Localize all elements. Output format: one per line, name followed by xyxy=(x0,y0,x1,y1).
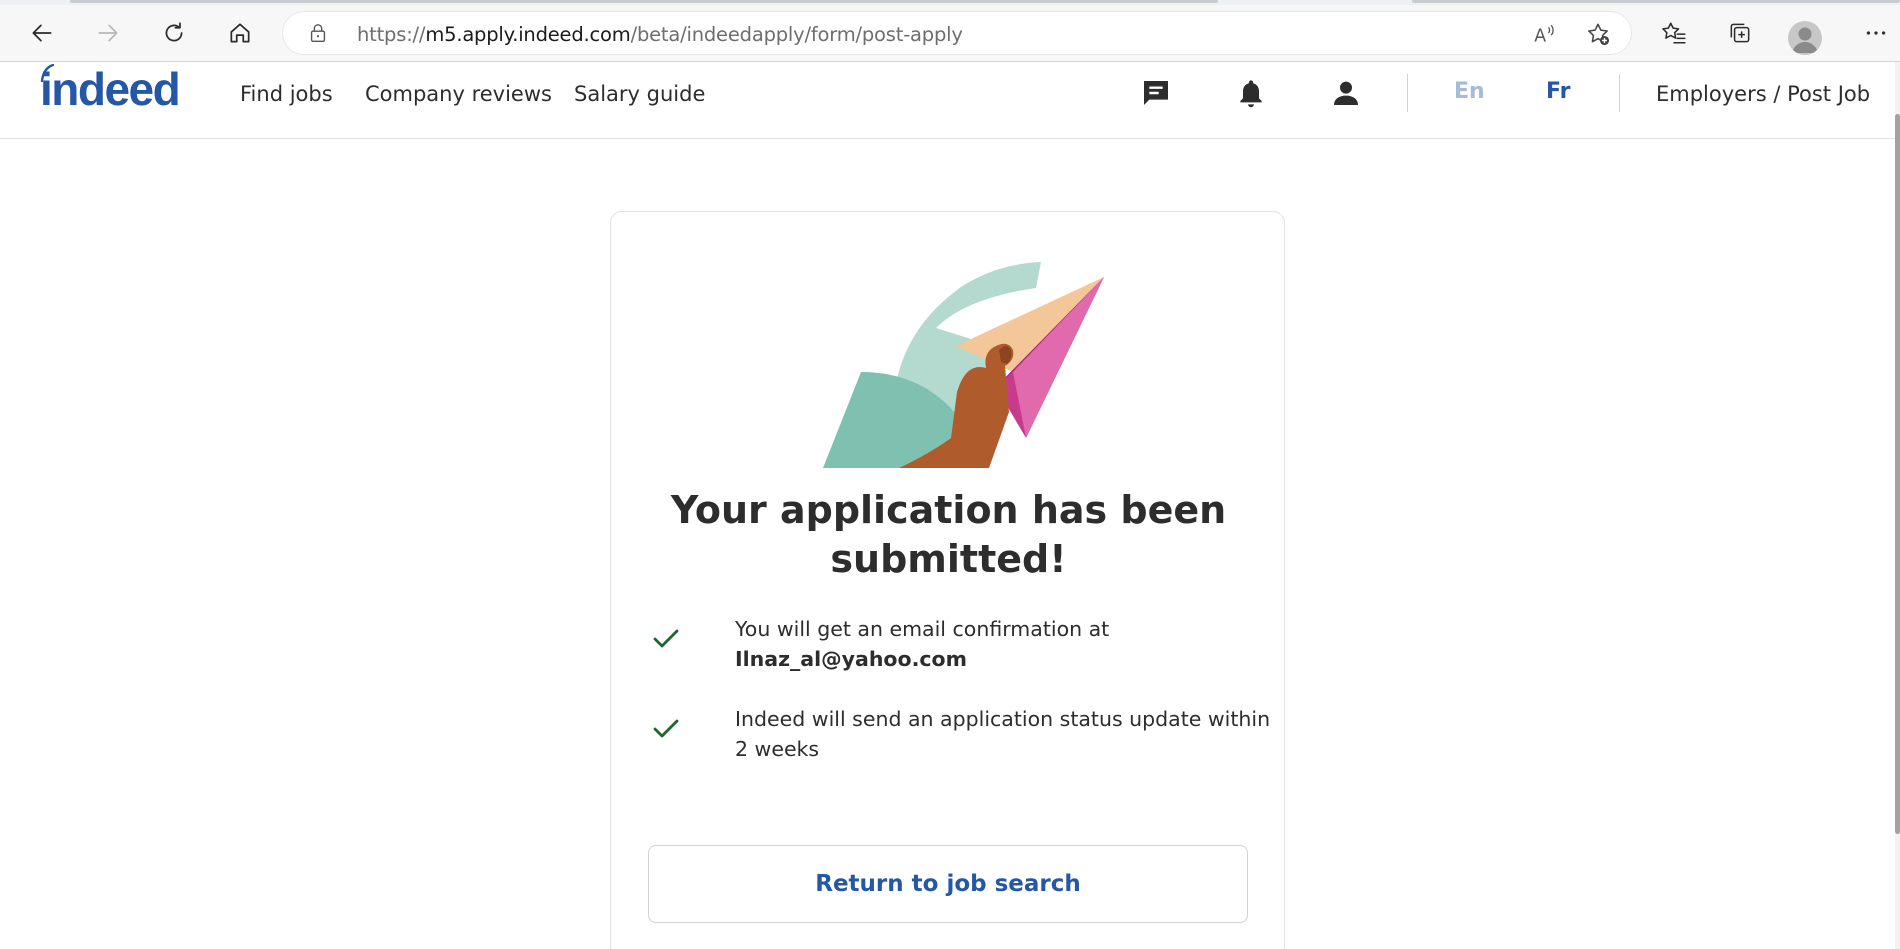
browser-tab[interactable] xyxy=(70,0,1218,3)
nav-salary-guide[interactable]: Salary guide xyxy=(574,82,705,106)
scrollbar-thumb[interactable] xyxy=(1895,114,1900,834)
status-update-text: Indeed will send an application status u… xyxy=(735,707,1271,761)
forward-button[interactable] xyxy=(88,13,128,53)
browser-toolbar: https://m5.apply.indeed.com/beta/indeeda… xyxy=(0,5,1900,62)
messages-button[interactable] xyxy=(1137,74,1175,112)
return-to-job-search-button[interactable]: Return to job search xyxy=(648,845,1248,923)
paper-plane-illustration xyxy=(823,262,1104,468)
more-icon xyxy=(1866,31,1886,35)
refresh-button[interactable] xyxy=(154,13,194,53)
account-button[interactable] xyxy=(1327,74,1365,112)
profile-button[interactable] xyxy=(1788,21,1822,55)
indeed-logo[interactable]: indeed xyxy=(40,62,181,116)
checkmark-icon xyxy=(653,629,679,648)
notifications-icon xyxy=(1240,80,1262,108)
messages-icon xyxy=(1144,81,1168,105)
home-icon xyxy=(230,23,250,43)
url-host: m5.apply.indeed.com xyxy=(425,23,631,46)
checkmark-icon xyxy=(653,719,679,738)
favorites-icon xyxy=(1662,22,1686,44)
confirmation-headline: Your application has been submitted! xyxy=(670,488,1227,581)
lang-en[interactable]: En xyxy=(1454,79,1485,104)
confirmation-card: Your application has been submitted! You… xyxy=(610,211,1285,949)
refresh-icon xyxy=(165,22,183,42)
svg-text:A: A xyxy=(1534,27,1546,47)
header-divider xyxy=(1407,74,1408,112)
add-favorite-icon[interactable] xyxy=(1585,21,1611,47)
more-button[interactable] xyxy=(1856,13,1896,53)
account-icon xyxy=(1334,81,1358,105)
browser-tab[interactable] xyxy=(1412,0,1900,3)
lang-fr[interactable]: Fr xyxy=(1546,79,1570,104)
read-aloud-icon[interactable]: A xyxy=(1531,21,1557,47)
address-bar[interactable]: https://m5.apply.indeed.com/beta/indeeda… xyxy=(282,11,1632,55)
url-scheme: https:// xyxy=(357,23,426,46)
confirmation-item-text: You will get an email confirmation at Il… xyxy=(735,614,1275,674)
profile-icon xyxy=(1792,27,1818,53)
collections-icon xyxy=(1730,23,1750,43)
lock-icon[interactable] xyxy=(307,22,329,44)
home-button[interactable] xyxy=(220,13,260,53)
forward-icon xyxy=(98,24,118,42)
nav-company-reviews[interactable]: Company reviews xyxy=(365,82,552,106)
confirmation-item-text: Indeed will send an application status u… xyxy=(735,704,1275,764)
employers-post-job-link[interactable]: Employers / Post Job xyxy=(1656,82,1870,106)
email-address: Ilnaz_al@yahoo.com xyxy=(735,647,967,671)
url-path: /beta/indeedapply/form/post-apply xyxy=(630,23,963,46)
header-divider xyxy=(1619,74,1620,112)
url-text[interactable]: https://m5.apply.indeed.com/beta/indeeda… xyxy=(357,23,963,46)
nav-find-jobs[interactable]: Find jobs xyxy=(240,82,333,106)
page-scrollbar[interactable] xyxy=(1895,62,1900,949)
back-button[interactable] xyxy=(22,13,62,53)
notifications-button[interactable] xyxy=(1232,74,1270,112)
back-icon xyxy=(32,24,52,42)
site-header: indeed Find jobs Company reviews Salary … xyxy=(0,62,1895,139)
email-confirmation-text: You will get an email confirmation at xyxy=(735,617,1110,641)
collections-button[interactable] xyxy=(1720,13,1760,53)
favorites-button[interactable] xyxy=(1654,13,1694,53)
